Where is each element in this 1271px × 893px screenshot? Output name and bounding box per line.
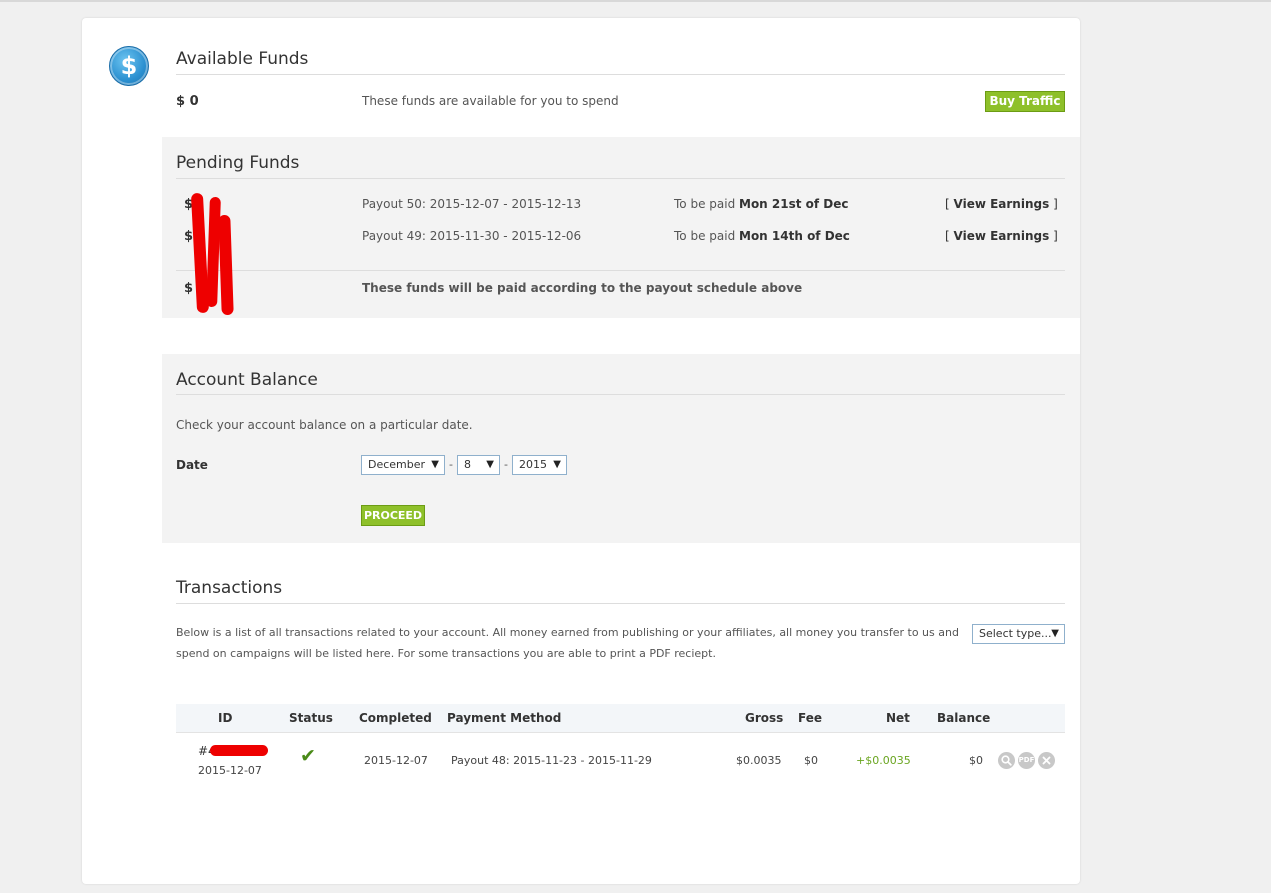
date-separator: - <box>449 458 453 471</box>
transactions-title: Transactions <box>176 578 283 598</box>
proceed-button[interactable]: PROCEED <box>361 505 425 526</box>
column-header-fee: Fee <box>798 711 822 725</box>
column-header-balance: Balance <box>937 711 991 725</box>
redaction-mark <box>210 745 268 756</box>
available-funds-section: Available Funds $ 0 These funds are avai… <box>162 18 1080 136</box>
transactions-description-line1: Below is a list of all transactions rela… <box>176 626 959 639</box>
dropdown-arrow-icon: ▼ <box>486 459 494 470</box>
top-bar <box>0 0 1271 2</box>
day-value: 8 <box>464 458 471 471</box>
day-select[interactable]: 8 ▼ <box>457 455 500 475</box>
table-row: #4 2015-12-07 ✔ 2015-12-07 Payout 48: 20… <box>176 733 1065 783</box>
funds-page-card: $ Available Funds $ 0 These funds are av… <box>82 18 1080 884</box>
paid-prefix: To be paid <box>674 229 739 243</box>
transaction-fee: $0 <box>804 754 818 767</box>
pdf-icon[interactable]: PDF <box>1018 752 1035 769</box>
column-header-payment-method: Payment Method <box>447 711 562 725</box>
dollar-coin-icon: $ <box>109 46 149 86</box>
paid-date: Mon 21st of Dec <box>739 197 849 211</box>
date-separator: - <box>504 458 508 471</box>
transaction-payment-method: Payout 48: 2015-11-23 - 2015-11-29 <box>451 754 652 767</box>
transaction-type-select[interactable]: Select type... ▼ <box>972 624 1065 644</box>
view-earnings-link[interactable]: View Earnings <box>954 197 1050 211</box>
bracket-close: ] <box>1049 229 1058 243</box>
column-header-status: Status <box>289 711 333 725</box>
divider <box>176 178 1065 179</box>
divider <box>176 74 1065 75</box>
dropdown-arrow-icon: ▼ <box>1051 628 1059 639</box>
view-earnings-link-wrap: [ View Earnings ] <box>945 229 1058 243</box>
pending-row-amount: $ <box>184 229 194 244</box>
date-label: Date <box>176 458 208 472</box>
pending-row-payout: Payout 49: 2015-11-30 - 2015-12-06 <box>362 229 582 243</box>
divider <box>176 394 1065 395</box>
bracket-open: [ <box>945 229 954 243</box>
bracket-close: ] <box>1049 197 1058 211</box>
available-funds-amount: $ 0 <box>176 94 199 109</box>
account-balance-title: Account Balance <box>176 370 318 390</box>
transactions-description-line2: spend on campaigns will be listed here. … <box>176 647 716 660</box>
paid-date: Mon 14th of Dec <box>739 229 850 243</box>
column-header-completed: Completed <box>359 711 432 725</box>
dropdown-arrow-icon: ▼ <box>431 459 439 470</box>
transactions-table-header: ID Status Completed Payment Method Gross… <box>176 704 1065 733</box>
year-select[interactable]: 2015 ▼ <box>512 455 567 475</box>
redaction-mark <box>218 214 234 316</box>
divider <box>176 270 1065 271</box>
column-header-net: Net <box>886 711 910 725</box>
transaction-completed: 2015-12-07 <box>364 754 428 767</box>
available-funds-title: Available Funds <box>176 49 309 69</box>
row-actions: PDF <box>998 752 1058 770</box>
pending-funds-title: Pending Funds <box>176 153 300 173</box>
buy-traffic-button[interactable]: Buy Traffic <box>985 91 1065 112</box>
pending-row-paid-date: To be paid Mon 21st of Dec <box>674 197 849 211</box>
column-header-gross: Gross <box>745 711 784 725</box>
pending-funds-section: Pending Funds $ Payout 50: 2015-12-07 - … <box>162 137 1080 318</box>
month-select[interactable]: December ▼ <box>361 455 445 475</box>
type-select-value: Select type... <box>979 627 1052 640</box>
transaction-balance: $0 <box>969 754 983 767</box>
column-header-id: ID <box>218 711 233 725</box>
account-balance-section: Account Balance Check your account balan… <box>162 354 1080 543</box>
status-check-icon: ✔ <box>300 745 316 767</box>
account-balance-description: Check your account balance on a particul… <box>176 418 473 432</box>
bracket-open: [ <box>945 197 954 211</box>
transaction-id-date: 2015-12-07 <box>198 764 262 777</box>
month-value: December <box>368 458 426 471</box>
available-funds-description: These funds are available for you to spe… <box>362 94 619 108</box>
paid-prefix: To be paid <box>674 197 739 211</box>
transaction-gross: $0.0035 <box>736 754 782 767</box>
pending-total-amount: $ <box>184 281 194 296</box>
view-earnings-link[interactable]: View Earnings <box>954 229 1050 243</box>
search-icon[interactable] <box>998 752 1015 769</box>
divider <box>176 603 1065 604</box>
view-earnings-link-wrap: [ View Earnings ] <box>945 197 1058 211</box>
dropdown-arrow-icon: ▼ <box>553 459 561 470</box>
year-value: 2015 <box>519 458 547 471</box>
pending-row-paid-date: To be paid Mon 14th of Dec <box>674 229 850 243</box>
pending-total-note: These funds will be paid according to th… <box>362 281 803 295</box>
pending-row-payout: Payout 50: 2015-12-07 - 2015-12-13 <box>362 197 582 211</box>
transactions-section: Transactions Below is a list of all tran… <box>162 563 1080 863</box>
transaction-net: +$0.0035 <box>856 754 911 767</box>
close-icon[interactable] <box>1038 752 1055 769</box>
